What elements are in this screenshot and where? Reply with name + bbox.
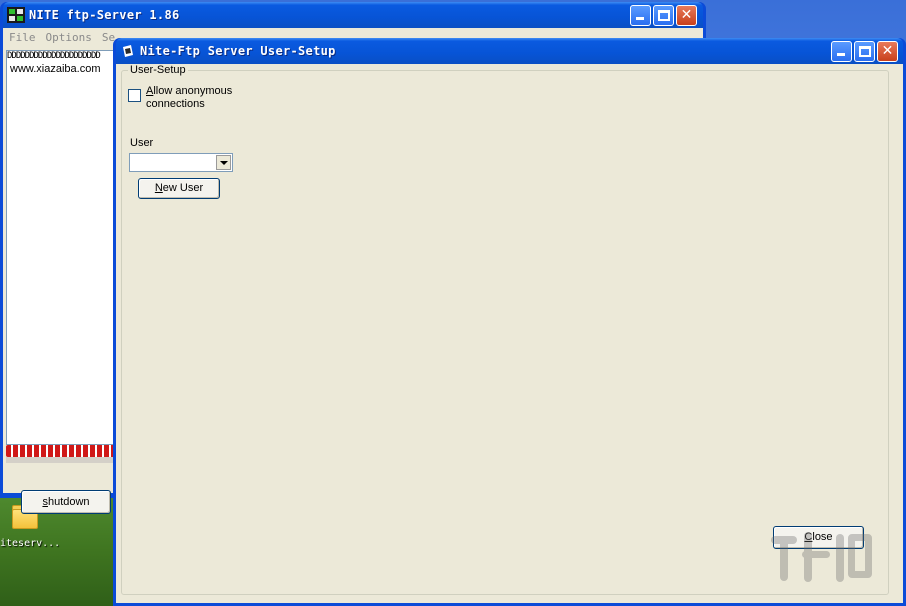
allow-anonymous-checkbox[interactable]	[128, 89, 141, 102]
menu-options[interactable]: Options	[46, 31, 92, 46]
activity-indicator-strip	[6, 445, 118, 457]
desktop-icon-label[interactable]: iteserv...	[0, 538, 60, 552]
anonymous-checkbox-row[interactable]: Allow anonymous connections	[128, 85, 256, 111]
strip-bar	[6, 457, 118, 463]
maximize-icon	[859, 46, 871, 57]
ftp-server-title: NITE ftp-Server 1.86	[29, 8, 180, 22]
user-label: User	[130, 137, 154, 149]
new-user-button[interactable]: New User	[138, 178, 220, 199]
dialog-close-window-button[interactable]: ✕	[877, 41, 898, 62]
user-setup-dialog: Nite-Ftp Server User-Setup ✕ User-Setup …	[113, 38, 906, 606]
user-setup-groupbox: User-Setup	[121, 64, 889, 595]
maximize-icon	[658, 10, 670, 21]
shutdown-label: shutdown	[42, 496, 90, 508]
dialog-client-area: User-Setup Allow anonymous connections U…	[116, 64, 903, 603]
maximize-button[interactable]	[653, 5, 674, 26]
menu-file[interactable]: File	[9, 31, 36, 46]
dialog-title: Nite-Ftp Server User-Setup	[140, 44, 336, 58]
chevron-down-icon[interactable]	[216, 155, 231, 170]
shutdown-button[interactable]: shutdown	[21, 490, 111, 514]
dialog-app-icon	[123, 45, 133, 57]
minimize-button[interactable]	[630, 5, 651, 26]
log-panel[interactable]: DDDDDDDDDDDDDDDDDDDDD www.xiazaiba.com	[6, 50, 118, 445]
close-icon: ✕	[881, 43, 894, 59]
log-line: www.xiazaiba.com	[10, 63, 101, 75]
dialog-minimize-button[interactable]	[831, 41, 852, 62]
wm-stroke	[780, 536, 788, 581]
minimize-icon	[837, 53, 845, 56]
wm-stroke	[802, 551, 830, 558]
wm-stroke	[848, 534, 872, 578]
minimize-icon	[636, 17, 644, 20]
ftp-server-titlebar[interactable]: NITE ftp-Server 1.86 ✕	[3, 2, 703, 28]
user-setup-titlebar[interactable]: Nite-Ftp Server User-Setup ✕	[116, 38, 903, 64]
groupbox-label: User-Setup	[128, 64, 188, 76]
close-icon: ✕	[680, 7, 693, 23]
dialog-maximize-button[interactable]	[854, 41, 875, 62]
close-window-button[interactable]: ✕	[676, 5, 697, 26]
new-user-label: New User	[154, 182, 204, 194]
watermark-logo	[766, 526, 876, 586]
user-select[interactable]	[129, 153, 233, 172]
wm-stroke	[836, 534, 844, 582]
log-char-row: DDDDDDDDDDDDDDDDDDDDD	[7, 51, 101, 61]
allow-anonymous-label: Allow anonymous connections	[146, 85, 233, 110]
app-icon	[7, 7, 25, 23]
